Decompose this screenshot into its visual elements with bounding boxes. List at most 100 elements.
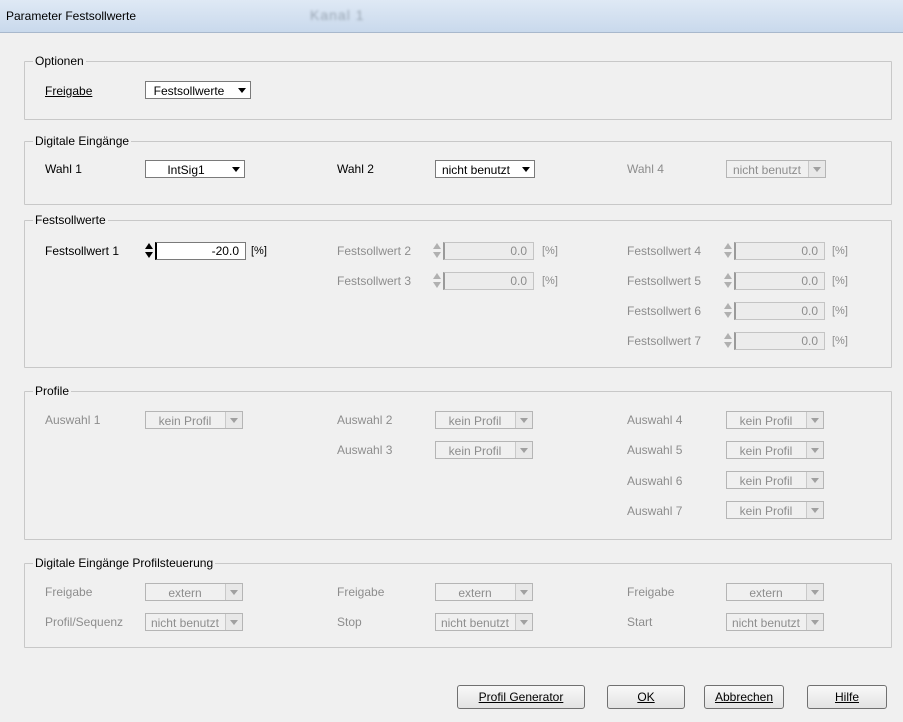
wahl1-dropdown-value: IntSig1 <box>167 163 205 177</box>
auswahl1-dropdown-value: kein Profil <box>158 414 212 428</box>
hilfe-label: Hilfe <box>834 690 859 704</box>
auswahl7-dropdown: kein Profil <box>726 501 824 519</box>
ps-profil-sequenz-value: nicht benutzt <box>150 616 220 630</box>
auswahl6-dropdown: kein Profil <box>726 471 824 489</box>
group-digitale-legend: Digitale Eingänge <box>33 134 132 148</box>
ps-freigabe2-label: Freigabe <box>337 585 385 599</box>
ps-start-value: nicht benutzt <box>731 616 801 630</box>
ps-start-dropdown: nicht benutzt <box>726 613 824 631</box>
group-profilsteuerung-legend: Digitale Eingänge Profilsteuerung <box>33 556 216 570</box>
spin-arrows-icon <box>724 332 732 350</box>
ps-freigabe3-label: Freigabe <box>627 585 675 599</box>
freigabe-dropdown[interactable]: Festsollwerte <box>145 81 251 99</box>
chevron-down-icon <box>806 472 823 488</box>
ps-profil-sequenz-dropdown: nicht benutzt <box>145 613 243 631</box>
chevron-down-icon <box>515 442 532 458</box>
spin-arrows-icon[interactable] <box>145 242 153 260</box>
chevron-down-icon <box>515 584 532 600</box>
wahl4-dropdown-value: nicht benutzt <box>732 163 802 177</box>
wahl4-label: Wahl 4 <box>627 162 664 176</box>
auswahl3-label: Auswahl 3 <box>337 443 393 457</box>
festsollwert1-input[interactable]: -20.0 <box>155 242 246 260</box>
ps-stop-label: Stop <box>337 615 362 629</box>
auswahl1-dropdown: kein Profil <box>145 411 243 429</box>
chevron-down-icon <box>808 161 825 177</box>
auswahl6-dropdown-value: kein Profil <box>739 474 793 488</box>
spin-arrows-icon <box>724 302 732 320</box>
auswahl4-dropdown: kein Profil <box>726 411 824 429</box>
group-festsollwerte-legend: Festsollwerte <box>33 213 108 227</box>
profil-generator-button[interactable]: Profil Generator <box>457 685 585 709</box>
chevron-down-icon[interactable] <box>234 82 250 98</box>
chevron-down-icon <box>515 412 532 428</box>
festsollwert3-input: 0.0 <box>443 272 534 290</box>
festsollwert5-input: 0.0 <box>734 272 825 290</box>
freigabe-dropdown-value: Festsollwerte <box>153 84 225 98</box>
wahl1-dropdown[interactable]: IntSig1 <box>145 160 245 178</box>
spin-arrows-icon <box>724 272 732 290</box>
auswahl2-dropdown: kein Profil <box>435 411 533 429</box>
chevron-down-icon <box>806 412 823 428</box>
ps-freigabe1-dropdown: extern <box>145 583 243 601</box>
festsollwert3-spinner: 0.0 <box>433 272 534 290</box>
auswahl3-dropdown-value: kein Profil <box>448 444 502 458</box>
spin-arrows-icon <box>433 242 441 260</box>
festsollwert5-label: Festsollwert 5 <box>627 274 702 288</box>
wahl2-label: Wahl 2 <box>337 162 374 176</box>
auswahl5-dropdown: kein Profil <box>726 441 824 459</box>
hilfe-button[interactable]: Hilfe <box>807 685 887 709</box>
auswahl2-label: Auswahl 2 <box>337 413 393 427</box>
spin-arrows-icon <box>724 242 732 260</box>
festsollwert7-unit: [%] <box>832 335 848 347</box>
ps-freigabe3-value: extern <box>749 586 783 600</box>
chevron-down-icon[interactable] <box>518 161 534 177</box>
window-title: Parameter Festsollwerte <box>6 9 137 23</box>
ps-stop-dropdown: nicht benutzt <box>435 613 533 631</box>
chevron-down-icon <box>225 584 242 600</box>
wahl2-dropdown[interactable]: nicht benutzt <box>435 160 535 178</box>
abbrechen-button[interactable]: Abbrechen <box>704 685 784 709</box>
festsollwert2-input: 0.0 <box>443 242 534 260</box>
ps-profil-sequenz-label: Profil/Sequenz <box>45 615 124 629</box>
ok-button[interactable]: OK <box>607 685 685 709</box>
chevron-down-icon <box>225 614 242 630</box>
festsollwert4-label: Festsollwert 4 <box>627 244 702 258</box>
group-optionen-legend: Optionen <box>33 54 86 68</box>
ps-start-label: Start <box>627 615 653 629</box>
auswahl2-dropdown-value: kein Profil <box>448 414 502 428</box>
festsollwert1-unit: [%] <box>251 245 267 257</box>
festsollwert4-unit: [%] <box>832 245 848 257</box>
festsollwert2-label: Festsollwert 2 <box>337 244 412 258</box>
chevron-down-icon <box>225 412 242 428</box>
group-profilsteuerung: Digitale Eingänge Profilsteuerung <box>24 556 892 648</box>
festsollwert5-unit: [%] <box>832 275 848 287</box>
ps-freigabe3-dropdown: extern <box>726 583 824 601</box>
festsollwert4-input: 0.0 <box>734 242 825 260</box>
auswahl4-label: Auswahl 4 <box>627 413 683 427</box>
ok-label: OK <box>637 690 655 704</box>
auswahl6-label: Auswahl 6 <box>627 474 683 488</box>
ps-freigabe1-value: extern <box>168 586 202 600</box>
festsollwert3-label: Festsollwert 3 <box>337 274 412 288</box>
chevron-down-icon <box>806 614 823 630</box>
ps-stop-value: nicht benutzt <box>440 616 510 630</box>
festsollwert7-label: Festsollwert 7 <box>627 334 702 348</box>
ps-freigabe2-value: extern <box>458 586 492 600</box>
auswahl7-dropdown-value: kein Profil <box>739 504 793 518</box>
chevron-down-icon <box>515 614 532 630</box>
festsollwert1-label: Festsollwert 1 <box>45 244 120 258</box>
ps-freigabe1-label: Freigabe <box>45 585 93 599</box>
festsollwert6-spinner: 0.0 <box>724 302 825 320</box>
festsollwert7-input: 0.0 <box>734 332 825 350</box>
chevron-down-icon[interactable] <box>228 161 244 177</box>
festsollwert2-unit: [%] <box>542 245 558 257</box>
spin-arrows-icon <box>433 272 441 290</box>
chevron-down-icon <box>806 442 823 458</box>
festsollwert6-input: 0.0 <box>734 302 825 320</box>
festsollwert1-spinner[interactable]: -20.0 <box>145 242 246 260</box>
wahl4-dropdown: nicht benutzt <box>726 160 826 178</box>
festsollwert5-spinner: 0.0 <box>724 272 825 290</box>
festsollwert6-unit: [%] <box>832 305 848 317</box>
group-profile-legend: Profile <box>33 384 72 398</box>
festsollwert4-spinner: 0.0 <box>724 242 825 260</box>
